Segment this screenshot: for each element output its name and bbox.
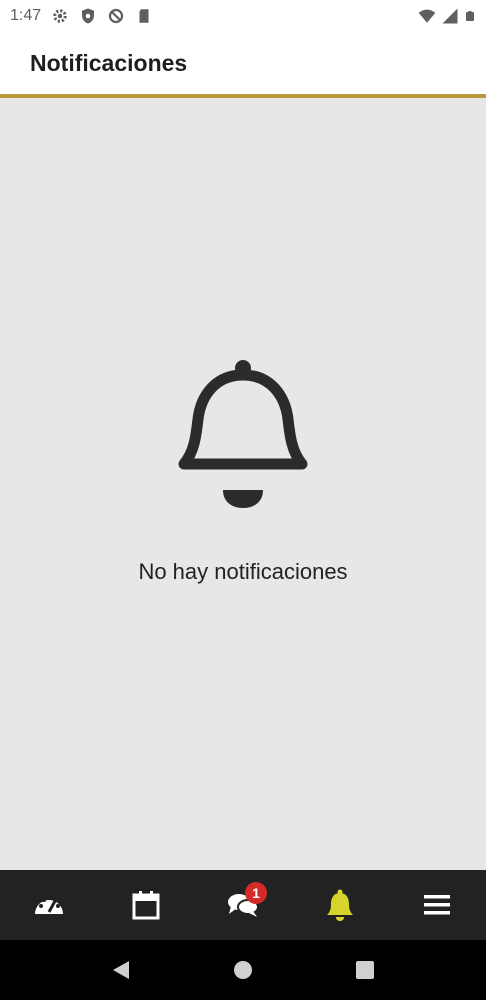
menu-icon	[424, 895, 451, 915]
bottom-nav: 1	[0, 870, 486, 940]
nav-messages[interactable]: 1	[213, 870, 273, 940]
system-home-button[interactable]	[223, 950, 263, 990]
home-icon	[234, 961, 252, 979]
gear-icon	[53, 9, 67, 23]
nav-menu[interactable]	[407, 870, 467, 940]
nav-dashboard[interactable]	[19, 870, 79, 940]
signal-icon	[442, 8, 458, 24]
nav-calendar[interactable]	[116, 870, 176, 940]
wifi-icon	[418, 9, 436, 23]
page-title: Notificaciones	[30, 49, 188, 76]
notifications-content: No hay notificaciones	[0, 98, 486, 870]
bell-icon	[327, 889, 354, 921]
back-icon	[113, 961, 129, 979]
empty-state-message: No hay notificaciones	[138, 559, 348, 584]
dashboard-icon	[34, 896, 63, 914]
system-back-button[interactable]	[101, 950, 141, 990]
nav-notifications[interactable]	[310, 870, 370, 940]
status-time: 1:47	[10, 7, 42, 24]
battery-icon	[466, 11, 474, 21]
recents-icon	[356, 961, 374, 979]
no-sign-icon	[109, 8, 124, 24]
shield-icon	[82, 8, 95, 24]
sd-card-icon	[139, 9, 149, 23]
app-bar: Notificaciones	[0, 32, 486, 98]
calendar-icon	[132, 891, 160, 920]
status-bar: 1:47	[0, 0, 486, 32]
bell-icon	[178, 360, 308, 508]
system-nav	[0, 940, 486, 1000]
system-recents-button[interactable]	[345, 950, 385, 990]
messages-badge: 1	[244, 882, 267, 904]
